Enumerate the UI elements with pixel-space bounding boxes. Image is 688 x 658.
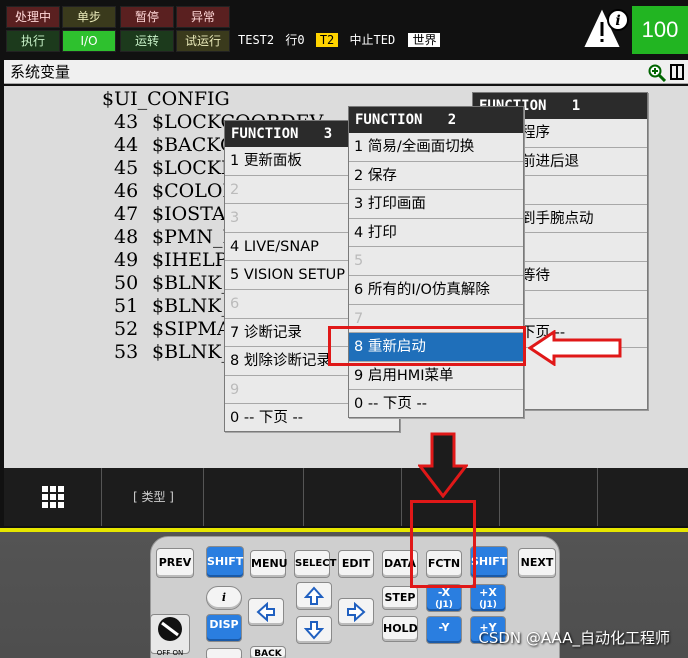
variable-name[interactable]: $BLNK_ — [152, 341, 231, 364]
select-key[interactable]: SELECT — [294, 550, 336, 578]
status-single-step: 单步 — [62, 6, 116, 28]
function-2-menu-item[interactable]: 5 — [349, 247, 523, 276]
pendant-screen: 处理中 单步 暂停 异常 执行 I/O 运转 试运行 TEST2 行0 T2 中… — [0, 0, 688, 532]
warning-info-icon[interactable]: i — [584, 6, 630, 52]
line-number: 行0 — [285, 32, 305, 47]
zoom-in-icon[interactable] — [648, 64, 667, 83]
function-2-menu-item[interactable]: 4 打印 — [349, 219, 523, 248]
left-arrow-annotation — [528, 330, 622, 366]
back-key[interactable]: BACK — [250, 646, 286, 658]
arrow-left-icon — [256, 601, 275, 623]
up-arrow-key[interactable] — [296, 582, 332, 610]
key-switch-icon — [158, 617, 182, 641]
status-test-run: 试运行 — [176, 30, 230, 52]
variable-index: 53 — [114, 341, 139, 363]
svg-text:i: i — [615, 13, 620, 29]
variable-index: 48 — [114, 226, 139, 248]
jog-j1-label-2: (J1) — [479, 600, 497, 610]
info-key[interactable]: i — [206, 586, 242, 610]
variable-index: 50 — [114, 272, 139, 294]
menu-key[interactable]: MENU — [250, 550, 288, 578]
mode-badge: T2 — [315, 32, 339, 47]
softkey-2[interactable] — [206, 468, 304, 526]
key-switch-label: OFF ON — [156, 649, 184, 657]
run-state: 中止TED — [349, 32, 396, 47]
status-operating: 运转 — [120, 30, 174, 52]
variable-name[interactable]: $BLNK_ — [152, 295, 231, 318]
arrow-right-icon — [347, 601, 366, 623]
variable-index: 47 — [114, 203, 139, 225]
split-window-icon[interactable] — [670, 64, 684, 80]
system-variables-panel: $UI_CONFIG43$LOCKCOORDEV44$BACKO45$LOCKB… — [4, 86, 688, 468]
function-2-menu-item[interactable]: 9 启用HMI菜单 — [349, 362, 523, 391]
jog-j1-label: (J1) — [435, 600, 453, 610]
prev-key[interactable]: PREV — [156, 548, 194, 578]
function-2-menu-item[interactable]: 6 所有的I/O仿真解除 — [349, 276, 523, 305]
arrow-up-icon — [303, 586, 325, 605]
mode-key-switch[interactable]: OFF ON — [150, 614, 190, 657]
edit-key[interactable]: EDIT — [338, 550, 374, 578]
right-arrow-key[interactable] — [338, 598, 374, 626]
variable-name[interactable]: $SIPMA — [152, 318, 231, 341]
variable-group-name[interactable]: $UI_CONFIG — [102, 88, 230, 111]
highlight-restart-box — [328, 326, 526, 366]
reset-key[interactable] — [206, 648, 242, 658]
jog-minus-x-label: -X — [437, 586, 451, 599]
coord-frame-badge: 世界 — [408, 32, 441, 47]
status-processing: 处理中 — [6, 6, 60, 28]
softkey-5[interactable] — [502, 468, 598, 526]
disp-key[interactable]: DISP — [206, 614, 242, 642]
variable-name[interactable]: $IOSTA — [152, 203, 226, 226]
program-name: TEST2 — [238, 32, 275, 47]
status-fault: 异常 — [176, 6, 230, 28]
function-2-menu-item[interactable]: 0 -- 下页 -- — [349, 390, 523, 419]
disp-key-label: DISP — [209, 618, 239, 631]
function-2-menu-item[interactable]: 2 保存 — [349, 162, 523, 191]
arrow-down-icon — [303, 621, 325, 640]
down-arrow-key[interactable] — [296, 616, 332, 644]
variable-name[interactable]: $LOCKB — [152, 157, 235, 180]
hold-key[interactable]: HOLD — [382, 616, 418, 642]
softkey-type[interactable]: [ 类型 ] — [104, 468, 204, 526]
function-2-menu-item[interactable]: 3 打印画面 — [349, 190, 523, 219]
down-arrow-annotation — [418, 432, 468, 498]
next-key[interactable]: NEXT — [518, 548, 556, 578]
variable-index: 44 — [114, 134, 139, 156]
jog-minus-y-key[interactable]: -Y — [426, 616, 462, 644]
override-percent: 100 — [632, 6, 688, 54]
status-line: TEST2 行0 T2 中止TED 世界 — [238, 28, 441, 50]
title-bar: 系统变量 — [4, 60, 688, 84]
jog-plus-x-label: +X — [479, 586, 497, 599]
page-title: 系统变量 — [10, 63, 71, 81]
variable-name[interactable]: $IHELP — [152, 249, 227, 272]
status-pause: 暂停 — [120, 6, 174, 28]
variable-index: 46 — [114, 180, 139, 202]
step-key[interactable]: STEP — [382, 586, 418, 610]
watermark: CSDN @AAA_自动化工程师 — [478, 629, 670, 647]
variable-index: 45 — [114, 157, 139, 179]
variable-index: 43 — [114, 111, 139, 133]
softkey-3[interactable] — [306, 468, 402, 526]
function-2-menu-item[interactable]: 1 简易/全画面切换 — [349, 133, 523, 162]
shift-key-left[interactable]: SHIFT — [206, 546, 244, 578]
root: { "status": { "row1": ["处理中","单步","暂停","… — [0, 0, 688, 658]
grid-icon — [41, 486, 64, 508]
softkey-bar: [ 类型 ] — [4, 468, 688, 526]
jog-plus-x-key[interactable]: +X (J1) — [470, 584, 506, 612]
grid-menu-key[interactable] — [4, 468, 102, 526]
variable-index: 52 — [114, 318, 139, 340]
variable-index: 49 — [114, 249, 139, 271]
variable-name[interactable]: $BLNK_ — [152, 272, 231, 295]
variable-index: 51 — [114, 295, 139, 317]
left-arrow-key[interactable] — [248, 598, 284, 626]
function-2-title: FUNCTION 2 — [349, 107, 523, 133]
softkey-next[interactable] — [600, 468, 688, 526]
status-run: 执行 — [6, 30, 60, 52]
status-io: I/O — [62, 30, 116, 52]
jog-minus-x-key[interactable]: -X (J1) — [426, 584, 462, 612]
highlight-fctn-box — [410, 500, 476, 588]
function-2-menu: FUNCTION 2 1 简易/全画面切换 2 保存 3 打印画面 4 打印 5 6 所有… — [348, 106, 524, 419]
